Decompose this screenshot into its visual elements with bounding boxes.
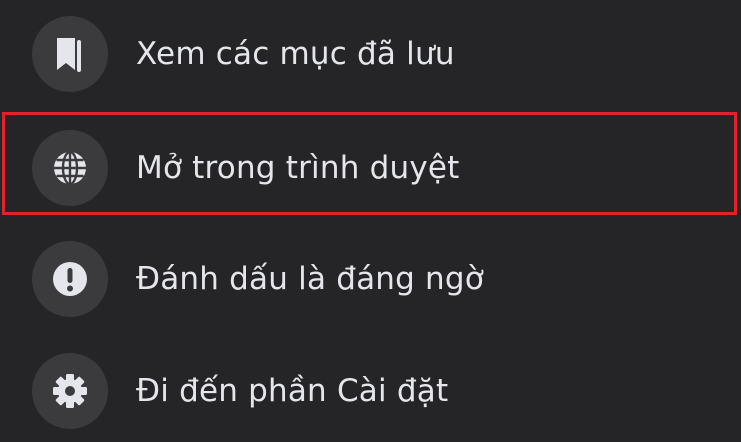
menu-item-settings[interactable]: Đi đến phần Cài đặt: [0, 331, 741, 442]
menu-item-label: Mở trong trình duyệt: [136, 150, 460, 186]
menu-item-saved[interactable]: Xem các mục đã lưu: [0, 0, 741, 106]
menu-item-open-in-browser[interactable]: Mở trong trình duyệt: [0, 108, 741, 220]
gear-icon: [32, 353, 108, 429]
menu-item-label: Đi đến phần Cài đặt: [136, 373, 449, 409]
menu-item-label: Xem các mục đã lưu: [136, 36, 455, 72]
context-menu: Xem các mục đã lưu Mở trong trình duyệt: [0, 0, 741, 442]
menu-item-mark-suspicious[interactable]: Đánh dấu là đáng ngờ: [0, 219, 741, 331]
globe-icon: [32, 130, 108, 206]
menu-item-label: Đánh dấu là đáng ngờ: [136, 261, 484, 297]
exclamation-icon: [32, 241, 108, 317]
bookmark-icon: [32, 16, 108, 92]
